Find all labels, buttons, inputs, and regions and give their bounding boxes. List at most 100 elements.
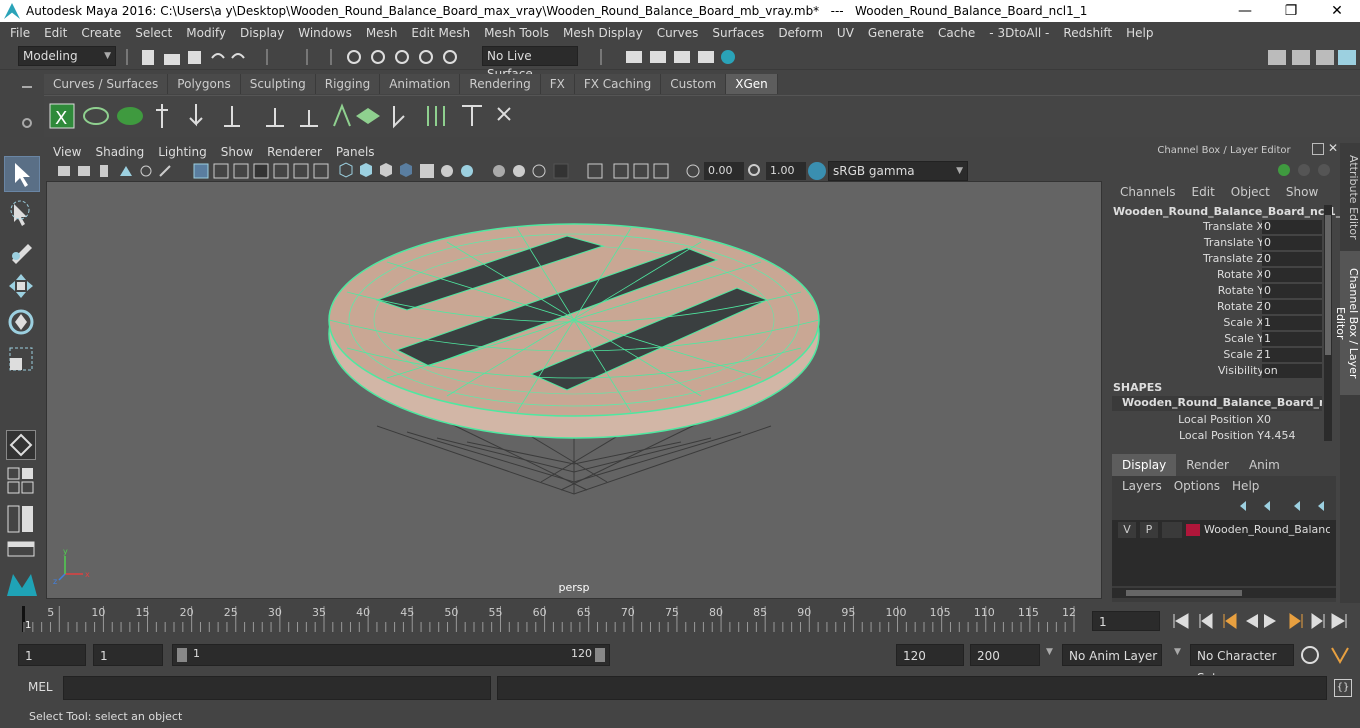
tab-anim[interactable]: Anim — [1238, 454, 1290, 476]
layer-row[interactable]: V P Wooden_Round_Balance — [1118, 522, 1330, 540]
menu-edit-mesh[interactable]: Edit Mesh — [404, 26, 477, 40]
range-slider[interactable]: 1 120 — [172, 644, 610, 666]
attr-local-position-x[interactable]: Local Position X0 — [1108, 413, 1334, 429]
paint-select-tool-icon[interactable] — [6, 234, 40, 268]
viewport-menu-lighting[interactable]: Lighting — [151, 145, 214, 159]
menu-select[interactable]: Select — [128, 26, 179, 40]
layer-menu-help[interactable]: Help — [1232, 479, 1259, 493]
maximize-button[interactable]: ❐ — [1268, 0, 1314, 22]
attr-visibility[interactable]: Visibility on — [1108, 364, 1334, 380]
time-slider[interactable]: 5 10 15 20 25 30 35 40 45 50 55 60 65 70 75 80 85 90 95 100… — [18, 604, 1086, 634]
minimize-button[interactable]: — — [1222, 0, 1268, 22]
exposure-field[interactable]: 0.00 — [704, 162, 744, 180]
menu-edit[interactable]: Edit — [37, 26, 74, 40]
attr-local-position-y[interactable]: Local Position Y 4.454 — [1108, 429, 1334, 445]
tab-render[interactable]: Render — [1176, 454, 1239, 476]
menu-curves[interactable]: Curves — [650, 26, 706, 40]
chevron-down-icon[interactable]: ▼ — [1174, 647, 1181, 657]
playback-end-field[interactable]: 120 — [896, 644, 964, 666]
current-frame-field[interactable]: 1 — [1092, 611, 1160, 631]
menu-file[interactable]: File — [0, 26, 37, 40]
viewport-menu-renderer[interactable]: Renderer — [260, 145, 329, 159]
layer-name[interactable]: Wooden_Round_Balance — [1204, 522, 1330, 538]
channel-box-scrollbar[interactable] — [1324, 205, 1332, 441]
layout-four-icon[interactable] — [6, 504, 40, 538]
tab-rendering[interactable]: Rendering — [460, 74, 541, 94]
attr-translate-y[interactable]: Translate Y0 — [1108, 236, 1334, 252]
scene-start-field[interactable]: 1 — [18, 644, 86, 666]
gamma-field[interactable]: 1.00 — [766, 162, 806, 180]
menu-uv[interactable]: UV — [830, 26, 861, 40]
shape-name[interactable]: Wooden_Round_Balance_Board_ncl... — [1112, 396, 1322, 411]
float-panel-icon[interactable] — [1312, 143, 1324, 155]
menu-mesh-tools[interactable]: Mesh Tools — [477, 26, 556, 40]
layer-visibility-toggle[interactable]: V — [1118, 522, 1136, 538]
tab-sculpting[interactable]: Sculpting — [240, 74, 316, 94]
colorspace-dropdown[interactable]: sRGB gamma ▼ — [828, 161, 968, 181]
tab-attribute-editor[interactable]: Attribute Editor — [1340, 151, 1360, 243]
menu-help[interactable]: Help — [1119, 26, 1160, 40]
close-button[interactable]: ✕ — [1314, 0, 1360, 22]
last-tool-button[interactable] — [6, 430, 36, 460]
scrollbar-thumb[interactable] — [1325, 215, 1331, 355]
menu-mesh[interactable]: Mesh — [359, 26, 405, 40]
perspective-viewport[interactable]: x y z persp — [46, 181, 1102, 599]
viewport-menu-show[interactable]: Show — [214, 145, 260, 159]
scale-tool-icon[interactable] — [6, 342, 40, 376]
menu-surfaces[interactable]: Surfaces — [705, 26, 771, 40]
tab-fx-caching[interactable]: FX Caching — [574, 74, 662, 94]
attr-scale-x[interactable]: Scale X1 — [1108, 316, 1334, 332]
tab-channel-box-layer-editor[interactable]: Channel Box / Layer Editor — [1334, 251, 1360, 395]
layer-menu-options[interactable]: Options — [1174, 479, 1220, 493]
maya-home-icon[interactable] — [4, 568, 40, 598]
rotate-tool-icon[interactable] — [6, 306, 40, 340]
layer-display-type[interactable] — [1162, 522, 1182, 538]
layer-playback-toggle[interactable]: P — [1140, 522, 1158, 538]
menu-generate[interactable]: Generate — [861, 26, 931, 40]
shelf-menu-icon[interactable] — [22, 86, 32, 88]
character-set-field[interactable]: No Character Set — [1190, 644, 1294, 685]
layer-list-hscrollbar[interactable] — [1112, 588, 1336, 598]
mode-selector[interactable]: Modeling ▼ — [18, 46, 116, 66]
tab-rigging[interactable]: Rigging — [315, 74, 381, 94]
menu-create[interactable]: Create — [74, 26, 128, 40]
tab-xgen[interactable]: XGen — [726, 74, 778, 94]
tab-polygons[interactable]: Polygons — [168, 74, 241, 94]
menu-3dtoall[interactable]: - 3DtoAll - — [982, 26, 1056, 40]
attr-scale-y[interactable]: Scale Y1 — [1108, 332, 1334, 348]
color-management-toggle-icon[interactable] — [808, 162, 826, 180]
attr-scale-z[interactable]: Scale Z1 — [1108, 348, 1334, 364]
attr-rotate-z[interactable]: Rotate Z0 — [1108, 300, 1334, 316]
tab-curves-surfaces[interactable]: Curves / Surfaces — [44, 74, 169, 94]
move-tool-icon[interactable] — [6, 270, 40, 304]
live-surface-field[interactable]: No Live Surface — [482, 46, 578, 81]
scene-end-field[interactable]: 200 — [970, 644, 1040, 666]
command-language-label[interactable]: MEL — [28, 680, 53, 694]
tab-display[interactable]: Display — [1112, 454, 1177, 476]
tab-custom[interactable]: Custom — [661, 74, 727, 94]
anim-layer-field[interactable]: No Anim Layer — [1062, 644, 1162, 666]
shelf-settings-icon[interactable] — [22, 118, 32, 128]
tab-fx[interactable]: FX — [540, 74, 575, 94]
lasso-tool-icon[interactable] — [6, 198, 40, 232]
select-tool-button[interactable] — [4, 156, 40, 192]
range-start-handle[interactable] — [177, 648, 187, 662]
menu-modify[interactable]: Modify — [179, 26, 233, 40]
viewport-menu-panels[interactable]: Panels — [329, 145, 382, 159]
cb-menu-object[interactable]: Object — [1231, 185, 1270, 199]
attr-rotate-y[interactable]: Rotate Y0 — [1108, 284, 1334, 300]
range-end-handle[interactable] — [595, 648, 605, 662]
tab-animation[interactable]: Animation — [380, 74, 461, 94]
menu-display[interactable]: Display — [233, 26, 291, 40]
viewport-menu-shading[interactable]: Shading — [88, 145, 151, 159]
attr-translate-x[interactable]: Translate X0 — [1108, 220, 1334, 236]
layout-single-icon[interactable] — [6, 466, 40, 500]
chevron-down-icon[interactable]: ▼ — [1046, 647, 1053, 657]
menu-windows[interactable]: Windows — [291, 26, 359, 40]
command-input[interactable] — [63, 676, 491, 700]
menu-redshift[interactable]: Redshift — [1056, 26, 1119, 40]
close-panel-icon[interactable]: ✕ — [1328, 141, 1338, 155]
menu-cache[interactable]: Cache — [931, 26, 982, 40]
viewport-menu-view[interactable]: View — [46, 145, 88, 159]
layout-outliner-icon[interactable] — [6, 540, 40, 560]
